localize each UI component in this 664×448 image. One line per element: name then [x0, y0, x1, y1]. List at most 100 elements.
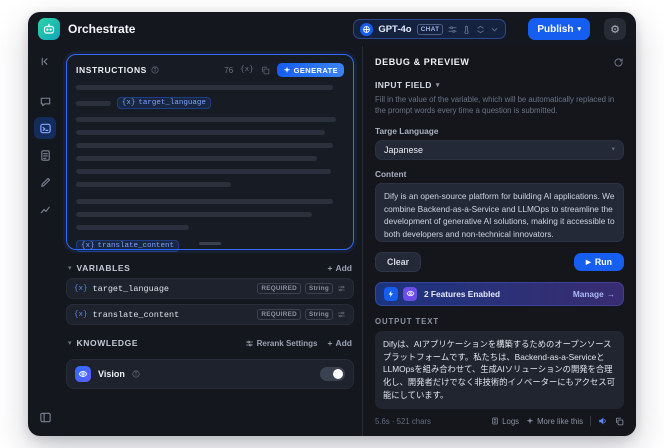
app-window: Orchestrate GPT-4o CHAT Publish ▾ ⚙ INST… — [28, 12, 636, 436]
model-tokens-icon[interactable] — [476, 25, 485, 34]
insert-variable-icon[interactable]: {x} — [240, 66, 254, 74]
chevron-down-icon: ▾ — [68, 340, 72, 347]
variable-row-target-language[interactable]: {x} target_language REQUIRED String — [66, 278, 354, 299]
chevron-down-icon: ▾ — [435, 81, 440, 89]
logs-button[interactable]: Logs — [491, 417, 519, 426]
variables-title: VARIABLES — [76, 263, 131, 273]
generate-button[interactable]: GENERATE — [276, 63, 344, 77]
output-meta-row: 5.6s · 521 chars Logs More like this — [375, 416, 624, 426]
output-text-title: OUTPUT TEXT — [375, 316, 440, 326]
knowledge-title: KNOWLEDGE — [76, 338, 139, 348]
vision-toggle[interactable] — [320, 367, 345, 381]
debug-preview-panel: DEBUG & PREVIEW INPUT FIELD ▾ Fill in th… — [362, 46, 636, 436]
debug-body: INPUT FIELD ▾ Fill in the value of the v… — [363, 78, 636, 436]
model-more-icon[interactable] — [490, 25, 499, 34]
target-language-select[interactable]: Japanese ▾ — [375, 139, 624, 161]
type-badge: String — [305, 309, 333, 320]
debug-title: DEBUG & PREVIEW — [375, 57, 470, 67]
instructions-title: INSTRUCTIONS — [76, 65, 147, 75]
model-name: GPT-4o — [378, 23, 412, 35]
debug-header: DEBUG & PREVIEW — [363, 46, 636, 78]
feature-citation-icon — [384, 286, 398, 301]
top-bar: Orchestrate GPT-4o CHAT Publish ▾ ⚙ — [28, 12, 636, 46]
target-language-label: Targe Language — [375, 125, 439, 136]
char-count: 76 — [224, 65, 234, 75]
prompt-editor-panel: INSTRUCTIONS 76 {x} GENERATE {x} target_… — [62, 46, 362, 436]
features-enabled-bar: 2 Features Enabled Manage → — [375, 281, 624, 306]
settings-button[interactable]: ⚙ — [604, 18, 626, 40]
play-icon: ▶ — [585, 258, 591, 266]
collapse-sidebar-icon[interactable] — [34, 50, 56, 72]
input-field-section-header[interactable]: INPUT FIELD ▾ — [375, 80, 624, 90]
more-like-this-button[interactable]: More like this — [526, 417, 583, 426]
content-input[interactable]: Dify is an open-source platform for buil… — [375, 183, 624, 242]
toggle-panel-icon[interactable] — [34, 406, 56, 428]
plus-icon: + — [327, 338, 333, 348]
model-params-icon[interactable] — [448, 25, 457, 34]
sliders-icon — [245, 340, 253, 346]
plus-icon: + — [327, 263, 333, 273]
type-badge: String — [305, 283, 333, 294]
variable-chip-translate-content[interactable]: {x} translate_content — [76, 240, 180, 252]
sparkle-icon — [526, 417, 534, 424]
instructions-card[interactable]: INSTRUCTIONS 76 {x} GENERATE {x} target_… — [66, 54, 354, 252]
instructions-header: INSTRUCTIONS 76 {x} GENERATE — [76, 63, 344, 77]
refresh-icon[interactable] — [613, 57, 624, 68]
output-stats: 5.6s · 521 chars — [375, 416, 431, 426]
main-body: INSTRUCTIONS 76 {x} GENERATE {x} target_… — [28, 46, 636, 436]
model-provider-icon — [360, 22, 374, 36]
vision-eye-icon — [75, 366, 91, 382]
sidebar-item-monitoring[interactable] — [34, 198, 56, 220]
sidebar-item-chat[interactable] — [34, 90, 56, 112]
info-icon — [132, 370, 140, 378]
knowledge-section-header[interactable]: ▾ KNOWLEDGE Rerank Settings + Add — [66, 338, 354, 348]
model-temperature-icon[interactable] — [462, 25, 471, 34]
input-field-description: Fill in the value of the variable, which… — [375, 95, 615, 116]
app-logo-icon — [38, 18, 60, 40]
required-badge: REQUIRED — [257, 309, 301, 320]
divider — [590, 416, 591, 426]
variable-token: {x} — [74, 310, 88, 319]
sidebar-item-logs[interactable] — [34, 144, 56, 166]
variable-token: {x} — [74, 284, 88, 293]
gear-icon: ⚙ — [610, 23, 620, 36]
content-label: Content — [375, 169, 407, 180]
sidebar-item-orchestrate[interactable] — [34, 117, 56, 139]
variable-chip-target-language[interactable]: {x} target_language — [116, 97, 211, 109]
arrow-right-icon: → — [606, 288, 615, 299]
add-variable-button[interactable]: + Add — [328, 263, 353, 273]
feature-vision-icon — [403, 286, 417, 301]
log-file-icon — [492, 417, 498, 425]
variable-settings-icon[interactable] — [337, 284, 346, 293]
copy-icon[interactable] — [615, 417, 624, 426]
prompt-text-skeleton: {x} target_language {x} translate_content — [76, 85, 344, 252]
features-count-label: 2 Features Enabled — [424, 288, 501, 299]
info-icon — [151, 66, 159, 74]
copy-icon[interactable] — [261, 66, 270, 75]
add-knowledge-button[interactable]: + Add — [328, 338, 353, 348]
variable-row-translate-content[interactable]: {x} translate_content REQUIRED String — [66, 304, 354, 325]
model-mode-badge: CHAT — [416, 23, 444, 35]
chevron-down-icon: ▾ — [68, 265, 72, 272]
variables-section-header[interactable]: ▾ VARIABLES + Add — [66, 263, 354, 273]
clear-button[interactable]: Clear — [375, 251, 422, 272]
variable-settings-icon[interactable] — [337, 310, 346, 319]
sparkle-icon — [283, 66, 291, 73]
speaker-icon[interactable] — [598, 416, 608, 426]
model-selector[interactable]: GPT-4o CHAT — [353, 19, 507, 39]
publish-button[interactable]: Publish ▾ — [528, 18, 590, 40]
page-title: Orchestrate — [68, 22, 136, 36]
chevron-down-icon: ▾ — [577, 25, 581, 33]
vision-feature-card: Vision — [66, 359, 354, 389]
debug-actions: Clear ▶ Run — [375, 251, 624, 272]
sidebar-item-annotation[interactable] — [34, 171, 56, 193]
rerank-settings-button[interactable]: Rerank Settings — [245, 339, 318, 348]
vision-label: Vision — [98, 369, 125, 379]
manage-features-button[interactable]: Manage → — [573, 289, 615, 299]
chevron-down-icon: ▾ — [611, 146, 615, 154]
output-text: Difyは、AIアプリケーションを構築するためのオープンソースプラットフォームで… — [375, 330, 624, 409]
resize-handle[interactable] — [199, 242, 221, 245]
required-badge: REQUIRED — [257, 283, 301, 294]
run-button[interactable]: ▶ Run — [573, 252, 624, 271]
left-nav-sidebar — [28, 46, 62, 436]
